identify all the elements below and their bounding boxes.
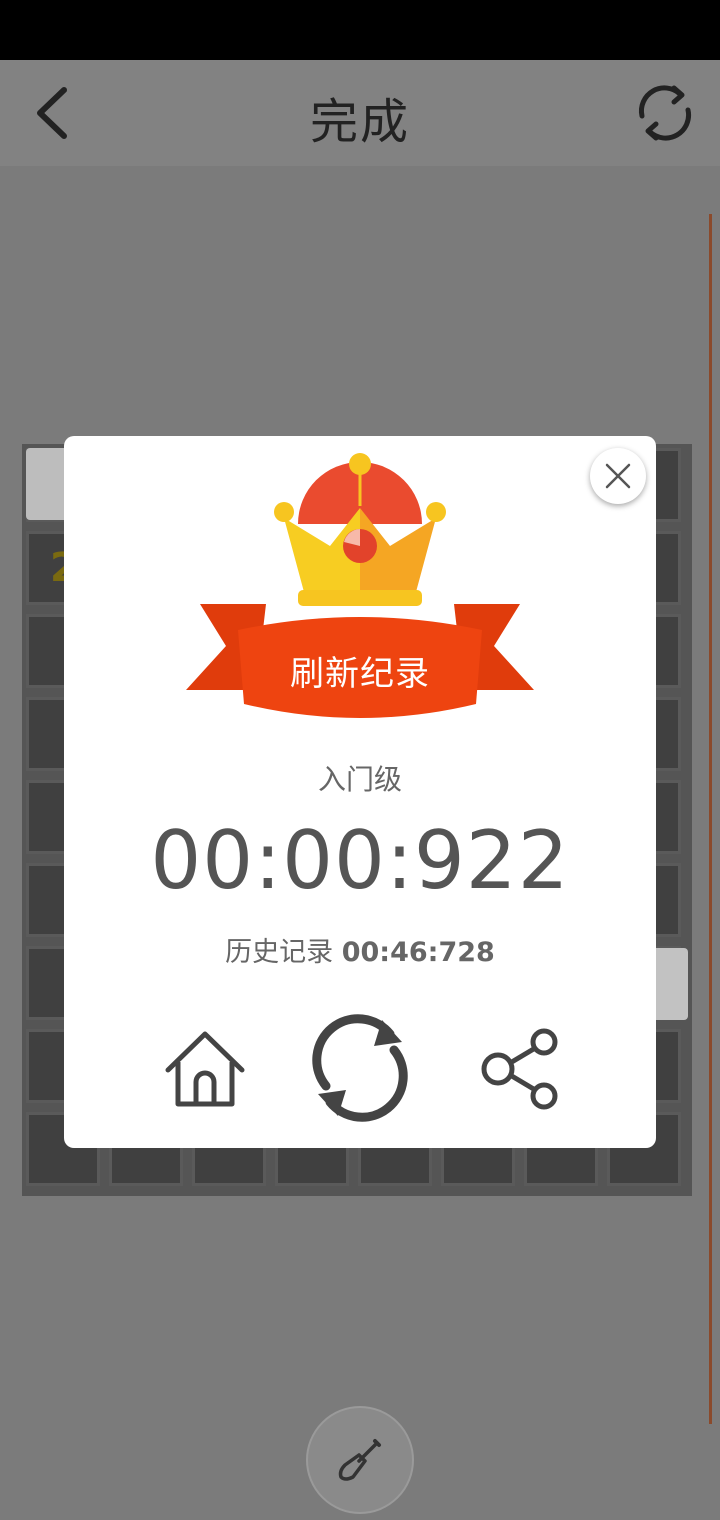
restart-button[interactable] <box>304 1012 416 1124</box>
history-value: 00:46:728 <box>341 937 495 968</box>
difficulty-level: 入门级 <box>317 763 402 796</box>
close-dialog-button[interactable] <box>590 448 646 504</box>
header-refresh-button[interactable] <box>630 78 700 148</box>
record-dialog: 刷新纪录 入门级 00:00:922 历史记录 00:46:728 <box>64 436 656 1148</box>
share-icon <box>481 1028 558 1110</box>
crown-icon <box>274 453 446 606</box>
share-button[interactable] <box>478 1026 564 1112</box>
history-label: 历史记录 <box>225 937 334 968</box>
edge-scroll-indicator <box>709 214 712 1424</box>
restart-icon <box>312 1014 408 1122</box>
status-bar <box>0 0 720 60</box>
refresh-icon <box>638 85 692 141</box>
home-button[interactable] <box>162 1026 248 1112</box>
close-icon <box>605 463 631 489</box>
completion-time: 00:00:922 <box>150 814 570 907</box>
history-record: 历史记录 00:46:728 <box>64 930 656 969</box>
dig-mode-button[interactable] <box>306 1406 414 1514</box>
new-record-label: 刷新纪录 <box>290 654 430 694</box>
home-icon <box>165 1031 245 1107</box>
page-title: 完成 <box>309 94 410 150</box>
shovel-icon <box>338 1439 381 1481</box>
game-screen: 完成 2 <box>0 0 720 1520</box>
app-header: 完成 <box>0 60 720 166</box>
